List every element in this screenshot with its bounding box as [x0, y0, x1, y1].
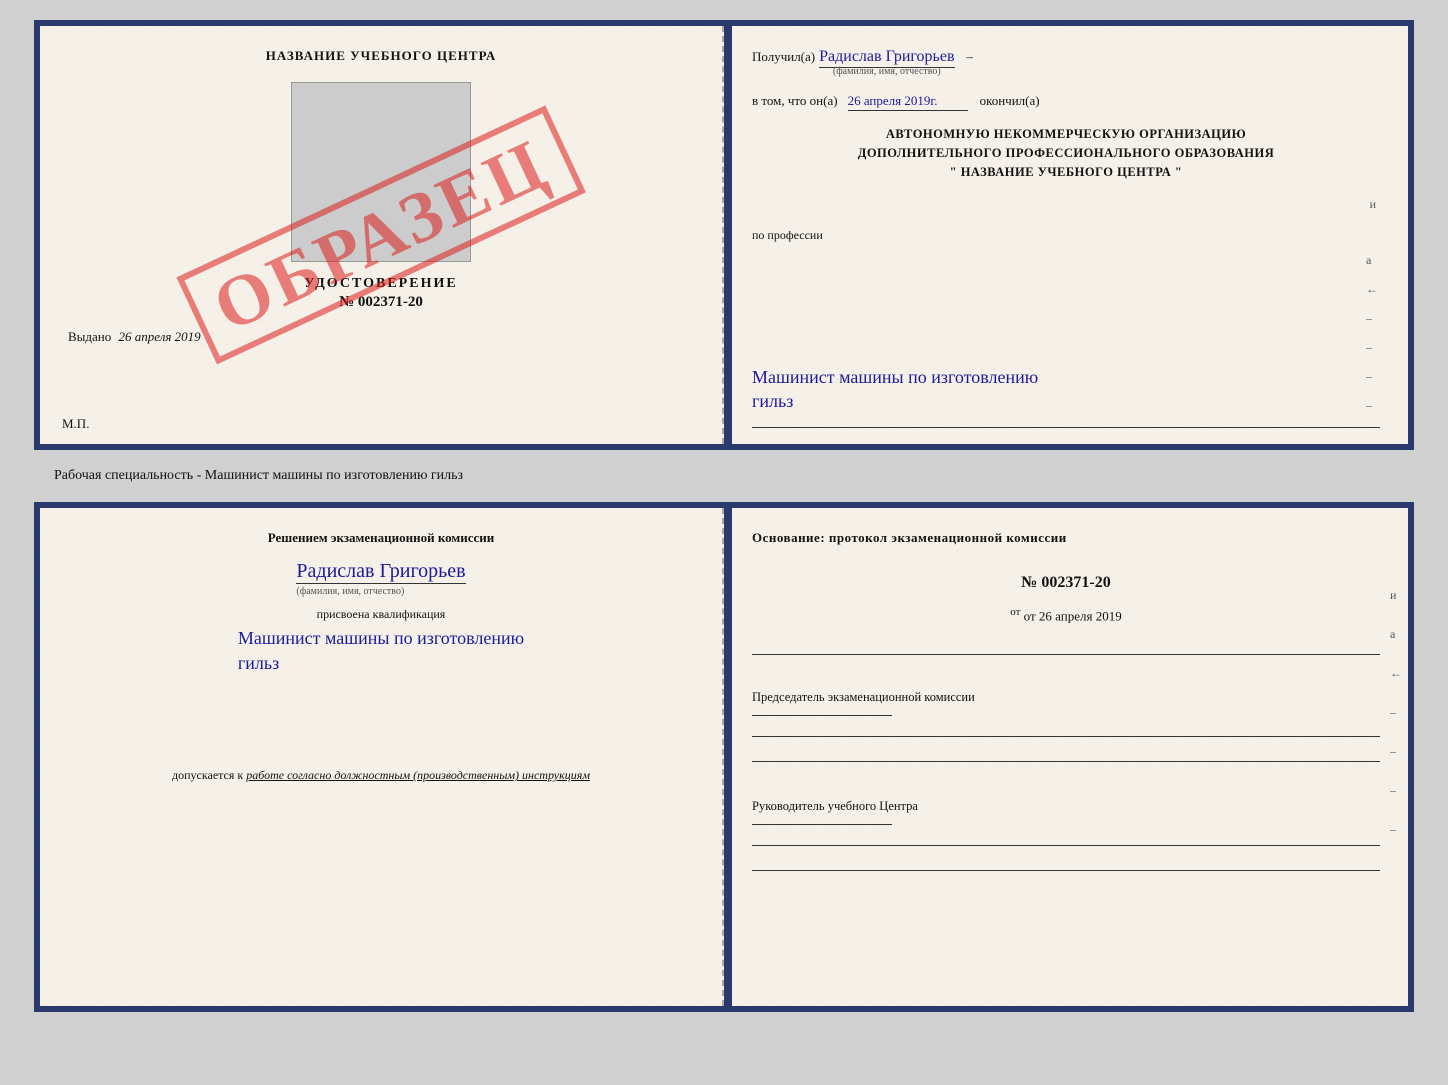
osnov-title: Основание: протокол экзаменационной коми…: [752, 530, 1380, 546]
dopusk-italic: работе согласно должностным (производств…: [246, 768, 590, 782]
protocol-num: № 002371-20: [752, 574, 1380, 592]
bot-side-a: а: [1390, 627, 1402, 642]
decision-title: Решением экзаменационной комиссии: [268, 530, 495, 546]
side-dash2: –: [1366, 340, 1378, 355]
top-school-name: НАЗВАНИЕ УЧЕБНОГО ЦЕНТРА: [266, 48, 497, 64]
recipient-name: Радислав Григорьев: [819, 48, 954, 68]
received-label: Получил(а): [752, 49, 815, 65]
side-dash1: –: [1366, 311, 1378, 326]
top-cert-left: НАЗВАНИЕ УЧЕБНОГО ЦЕНТРА УДОСТОВЕРЕНИЕ №…: [40, 26, 724, 444]
udost-block: УДОСТОВЕРЕНИЕ № 002371-20: [304, 276, 457, 311]
received-row: Получил(а) Радислав Григорьев (фамилия, …: [752, 48, 1380, 77]
vydano-date: 26 апреля 2019: [119, 329, 201, 344]
udost-num: № 002371-20: [304, 294, 457, 311]
profession-label: по профессии: [752, 228, 1380, 243]
side-arrow: ←: [1366, 282, 1378, 297]
org-line3: " НАЗВАНИЕ УЧЕБНОГО ЦЕНТРА ": [752, 163, 1380, 182]
leader-block: Руководитель учебного Центра: [752, 796, 1380, 827]
assigned-label: присвоена квалификация: [317, 607, 446, 622]
side-a: а: [1366, 253, 1378, 268]
completion-date: 26 апреля 2019г.: [848, 93, 968, 111]
side-dash4: –: [1366, 398, 1378, 413]
bot-underline4: [752, 845, 1380, 846]
side-dash3: –: [1366, 369, 1378, 384]
org-line2: ДОПОЛНИТЕЛЬНОГО ПРОФЕССИОНАЛЬНОГО ОБРАЗО…: [752, 144, 1380, 163]
top-cert-right: Получил(а) Радислав Григорьев (фамилия, …: [724, 26, 1408, 444]
qual-value2: гильз: [238, 651, 524, 676]
in-that-row: в том, что он(а) 26 апреля 2019г. окончи…: [752, 93, 1380, 111]
chairman-label: Председатель экзаменационной комиссии: [752, 687, 1380, 707]
dopusk-block: допускается к работе согласно должностны…: [172, 768, 590, 783]
finished-label: окончил(а): [980, 93, 1040, 109]
bottom-cert-left: Решением экзаменационной комиссии Радисл…: [40, 508, 724, 1006]
bot-underline5: [752, 870, 1380, 871]
vydano-line: Выдано 26 апреля 2019: [68, 329, 201, 345]
bot-side-arrow: ←: [1390, 666, 1402, 681]
date-value: от 26 апреля 2019: [1024, 608, 1122, 623]
bot-side-d1: –: [1390, 705, 1402, 720]
leader-label: Руководитель учебного Центра: [752, 796, 1380, 816]
bot-underline1: [752, 654, 1380, 655]
profession-value1: Машинист машины по изготовлению: [752, 366, 1038, 389]
profession-value2: гильз: [752, 390, 1038, 413]
date-line: от от 26 апреля 2019: [752, 606, 1380, 624]
org-block: АВТОНОМНУЮ НЕКОММЕРЧЕСКУЮ ОРГАНИЗАЦИЮ ДО…: [752, 125, 1380, 181]
in-that-label: в том, что он(а): [752, 93, 838, 109]
mp-label: М.П.: [62, 416, 89, 432]
vydano-label: Выдано: [68, 329, 111, 344]
chairman-block: Председатель экзаменационной комиссии: [752, 687, 1380, 718]
specialty-caption: Рабочая специальность - Машинист машины …: [54, 468, 463, 484]
bot-side-d3: –: [1390, 783, 1402, 798]
bottom-certificate: Решением экзаменационной комиссии Радисл…: [34, 502, 1414, 1012]
dash-1: –: [967, 49, 974, 65]
leader-sig-line: [752, 824, 892, 825]
chairman-sig-line: [752, 715, 892, 716]
bot-underline3: [752, 761, 1380, 762]
stamp-area: [291, 82, 471, 262]
bot-side-d2: –: [1390, 744, 1402, 759]
dopusk-label: допускается к: [172, 768, 243, 782]
bottom-name: Радислав Григорьев: [296, 560, 465, 584]
udost-title: УДОСТОВЕРЕНИЕ: [304, 276, 457, 292]
bottom-name-sub: (фамилия, имя, отчество): [296, 586, 404, 597]
bot-side-d4: –: [1390, 822, 1402, 837]
top-certificate: НАЗВАНИЕ УЧЕБНОГО ЦЕНТРА УДОСТОВЕРЕНИЕ №…: [34, 20, 1414, 450]
qual-value1: Машинист машины по изготовлению: [238, 626, 524, 651]
org-line1: АВТОНОМНУЮ НЕКОММЕРЧЕСКУЮ ОРГАНИЗАЦИЮ: [752, 125, 1380, 144]
bot-side-i: и: [1390, 588, 1402, 603]
side-mark-i: и: [1370, 197, 1376, 212]
bot-underline2: [752, 736, 1380, 737]
name-sub-top: (фамилия, имя, отчество): [833, 66, 941, 77]
bottom-cert-right: Основание: протокол экзаменационной коми…: [724, 508, 1408, 1006]
